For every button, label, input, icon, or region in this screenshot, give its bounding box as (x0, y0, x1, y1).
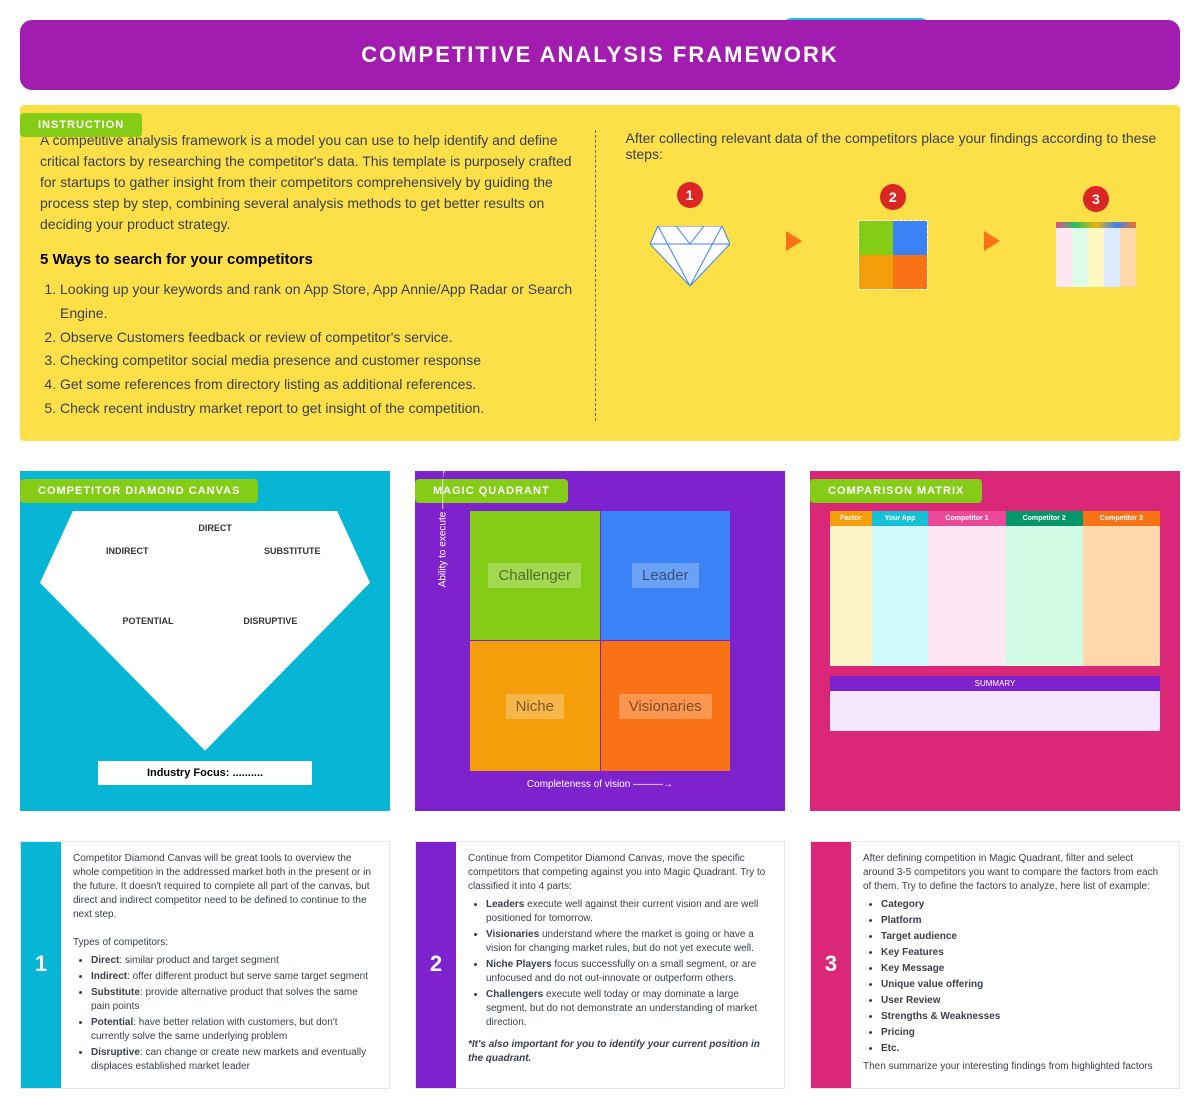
step-preview-3: 3 (1056, 186, 1136, 295)
step-3-card: 3 After defining competition in Magic Qu… (810, 841, 1180, 1089)
arrow-right-icon (984, 231, 1000, 251)
step-number: 1 (21, 842, 61, 1088)
comparison-matrix: Factor Your App Competitor 1 Competitor … (830, 511, 1160, 666)
factor-item: Unique value offering (881, 978, 1167, 992)
quad-desc: Leaders execute well against their curre… (486, 898, 772, 926)
intro-text: A competitive analysis framework is a mo… (40, 130, 575, 235)
ways-list: Looking up your keywords and rank on App… (40, 278, 575, 421)
way-item: Get some references from directory listi… (60, 373, 575, 397)
step-number-icon: 2 (880, 184, 906, 210)
summary-heading: SUMMARY (830, 676, 1160, 691)
step-1-card: 1 Competitor Diamond Canvas will be grea… (20, 841, 390, 1089)
diamond-label-direct: DIRECT (198, 523, 232, 533)
step-intro: Continue from Competitor Diamond Canvas,… (468, 852, 772, 894)
quad-visionaries: Visionaries (619, 694, 712, 719)
step-intro: Competitor Diamond Canvas will be great … (73, 852, 377, 922)
way-item: Observe Customers feedback or review of … (60, 326, 575, 350)
after-text: After collecting relevant data of the co… (626, 130, 1161, 162)
quad-leader: Leader (632, 563, 699, 588)
types-heading: Types of competitors: (73, 936, 377, 950)
y-axis-label: Ability to execute ———→ (438, 469, 449, 587)
type-item: Direct: similar product and target segme… (91, 954, 377, 968)
factor-item: Target audience (881, 930, 1167, 944)
step-number-icon: 3 (1083, 186, 1109, 212)
type-item: Indirect: offer different product but se… (91, 970, 377, 984)
card-tag: COMPARISON MATRIX (810, 479, 982, 503)
industry-focus: Industry Focus: .......... (98, 761, 313, 785)
page-title: COMPETITIVE ANALYSIS FRAMEWORK (20, 20, 1180, 90)
diamond-canvas (40, 511, 370, 751)
type-item: Disruptive: can change or create new mar… (91, 1046, 377, 1074)
step-number-icon: 1 (677, 182, 703, 208)
summary-box: SUMMARY (830, 676, 1160, 731)
factor-item: Key Features (881, 946, 1167, 960)
matrix-header: Your App (872, 511, 929, 526)
diamond-label-substitute: SUBSTITUTE (264, 546, 321, 556)
step-number: 3 (811, 842, 851, 1088)
x-axis-label: Completeness of vision ———→ (435, 779, 765, 790)
step-preview-2: 2 (858, 184, 928, 298)
ways-heading: 5 Ways to search for your competitors (40, 251, 575, 268)
arrow-right-icon (786, 231, 802, 251)
way-item: Looking up your keywords and rank on App… (60, 278, 575, 326)
step-number: 2 (416, 842, 456, 1088)
factor-item: Pricing (881, 1026, 1167, 1040)
factor-item: User Review (881, 994, 1167, 1008)
matrix-header: Competitor 1 (928, 511, 1005, 526)
instruction-tag: INSTRUCTION (20, 113, 142, 137)
diamond-label-disruptive: DISRUPTIVE (243, 616, 297, 626)
type-item: Potential: have better relation with cus… (91, 1016, 377, 1044)
diamond-label-indirect: INDIRECT (106, 546, 149, 556)
quad-niche: Niche (506, 694, 564, 719)
matrix-header: Competitor 3 (1083, 511, 1160, 526)
quad-desc: Niche Players focus successfully on a sm… (486, 958, 772, 986)
diamond-label-potential: POTENTIAL (123, 616, 174, 626)
type-item: Substitute: provide alternative product … (91, 986, 377, 1014)
card-tag: COMPETITOR DIAMOND CANVAS (20, 479, 258, 503)
factor-item: Key Message (881, 962, 1167, 976)
matrix-header: Factor (830, 511, 872, 526)
diamond-canvas-card: COMPETITOR DIAMOND CANVAS DIRECT INDIREC… (20, 471, 390, 811)
factor-item: Strengths & Weaknesses (881, 1010, 1167, 1024)
step-outro: Then summarize your interesting findings… (863, 1060, 1167, 1074)
way-item: Checking competitor social media presenc… (60, 349, 575, 373)
factor-item: Category (881, 898, 1167, 912)
comparison-matrix-card: COMPARISON MATRIX Factor Your App Compet… (810, 471, 1180, 811)
quad-desc: Challengers execute well today or may do… (486, 988, 772, 1030)
step-note: *It's also important for you to identify… (468, 1038, 772, 1066)
instruction-section: INSTRUCTION A competitive analysis frame… (20, 105, 1180, 441)
step-preview-1: 1 (650, 182, 730, 299)
factor-item: Platform (881, 914, 1167, 928)
step-2-card: 2 Continue from Competitor Diamond Canva… (415, 841, 785, 1089)
quad-challenger: Challenger (488, 563, 581, 588)
magic-quadrant-card: MAGIC QUADRANT Challenger Leader Niche V… (415, 471, 785, 811)
quadrant-grid: Challenger Leader Niche Visionaries (470, 511, 730, 771)
way-item: Check recent industry market report to g… (60, 397, 575, 421)
quad-desc: Visionaries understand where the market … (486, 928, 772, 956)
matrix-header: Competitor 2 (1006, 511, 1083, 526)
factor-item: Etc. (881, 1042, 1167, 1056)
step-intro: After defining competition in Magic Quad… (863, 852, 1167, 894)
